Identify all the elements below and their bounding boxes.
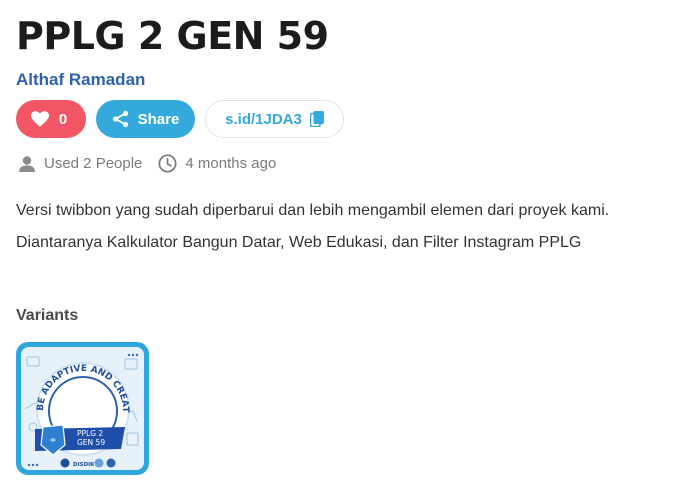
share-label: Share bbox=[137, 110, 180, 128]
action-bar: 0 Share s.id/1JDA3 bbox=[16, 100, 344, 138]
variant-badge-line-1: PPLG 2 bbox=[77, 429, 103, 438]
twibbon-preview: BE ADAPTIVE AND CREATIVE ∞ PPLG 2 GEN 59… bbox=[21, 347, 144, 470]
description: Versi twibbon yang sudah diperbarui dan … bbox=[16, 201, 691, 265]
page-title: PPLG 2 GEN 59 bbox=[16, 14, 329, 58]
variant-badge-line-2: GEN 59 bbox=[77, 438, 105, 447]
time-info: 4 months ago bbox=[158, 154, 276, 173]
clock-icon bbox=[158, 154, 177, 173]
author-name[interactable]: Althaf Ramadan bbox=[16, 70, 145, 90]
svg-text:∞: ∞ bbox=[50, 436, 56, 444]
copy-link-button[interactable]: s.id/1JDA3 bbox=[205, 100, 344, 138]
copy-icon bbox=[309, 111, 324, 127]
time-text: 4 months ago bbox=[185, 155, 277, 172]
share-button[interactable]: Share bbox=[96, 100, 195, 138]
variant-logo-text: DISDIK bbox=[73, 462, 95, 468]
variant-image: BE ADAPTIVE AND CREATIVE ∞ PPLG 2 GEN 59… bbox=[21, 347, 144, 470]
heart-icon bbox=[30, 111, 49, 127]
description-line-2: Diantaranya Kalkulator Bangun Datar, Web… bbox=[16, 234, 582, 251]
like-button[interactable]: 0 bbox=[16, 100, 86, 138]
variant-thumbnail[interactable]: BE ADAPTIVE AND CREATIVE ∞ PPLG 2 GEN 59… bbox=[16, 342, 149, 475]
short-link: s.id/1JDA3 bbox=[225, 110, 302, 128]
usage-info: Used 2 People bbox=[18, 155, 142, 172]
variants-heading: Variants bbox=[16, 307, 79, 324]
share-icon bbox=[112, 110, 128, 128]
meta-row: Used 2 People 4 months ago bbox=[18, 154, 292, 173]
like-count: 0 bbox=[58, 110, 68, 128]
user-icon bbox=[19, 155, 35, 172]
description-line-1: Versi twibbon yang sudah diperbarui dan … bbox=[16, 202, 610, 219]
usage-text: Used 2 People bbox=[44, 155, 143, 172]
